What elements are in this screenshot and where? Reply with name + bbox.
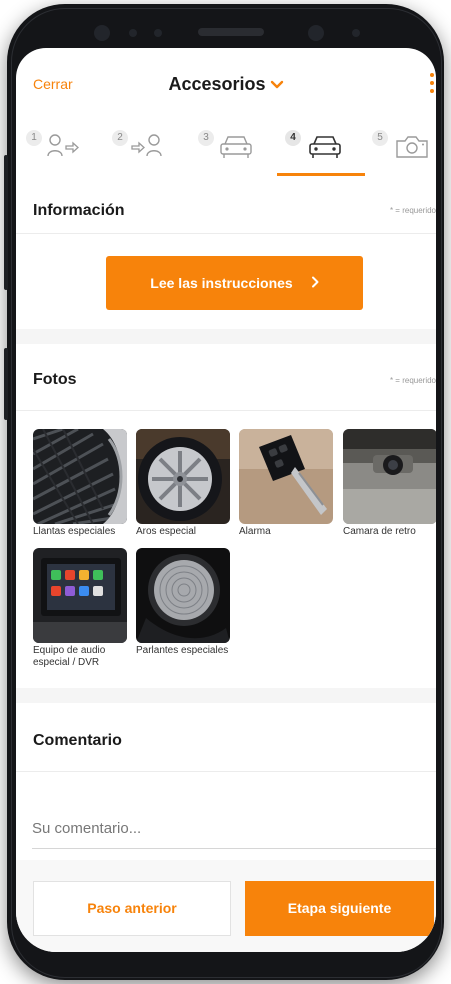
section-gap bbox=[16, 688, 436, 703]
photo-tile-alarma[interactable]: Alarma bbox=[239, 429, 333, 538]
step-1[interactable]: 1 bbox=[22, 118, 110, 180]
step-5[interactable]: 5 bbox=[366, 118, 436, 180]
stepper: 1 2 3 4 5 bbox=[16, 118, 436, 180]
rear-camera-photo bbox=[343, 429, 436, 524]
page-title[interactable]: Accesorios bbox=[16, 74, 436, 95]
car-stereo-photo bbox=[33, 548, 127, 643]
instructions-button[interactable]: Lee las instrucciones bbox=[106, 256, 363, 310]
car-icon bbox=[220, 136, 252, 158]
photo-caption: Camara de retro bbox=[343, 526, 416, 537]
photo-caption: Equipo de audio especial / DVR bbox=[33, 645, 106, 668]
chevron-right-icon bbox=[311, 275, 319, 291]
step-number: 3 bbox=[198, 130, 214, 146]
earpiece-speaker bbox=[198, 28, 264, 36]
step-number: 5 bbox=[372, 130, 388, 146]
photo-caption: Llantas especiales bbox=[33, 526, 116, 537]
active-step-indicator bbox=[277, 173, 365, 176]
step-3[interactable]: 3 bbox=[194, 118, 282, 180]
front-camera bbox=[94, 25, 110, 41]
rim-photo bbox=[136, 429, 230, 524]
tire-photo bbox=[33, 429, 127, 524]
section-gap bbox=[16, 329, 436, 344]
car-key-alarm-photo bbox=[239, 429, 333, 524]
speaker-photo bbox=[136, 548, 230, 643]
required-note: * = requerido bbox=[389, 376, 436, 385]
arrow-person-icon bbox=[131, 134, 162, 157]
required-note: * = requerido bbox=[389, 206, 436, 215]
photo-caption: Alarma bbox=[239, 526, 271, 537]
sensor-dot bbox=[154, 29, 162, 37]
top-bar: Cerrar Accesorios bbox=[16, 48, 436, 128]
divider bbox=[16, 771, 436, 772]
divider bbox=[16, 233, 436, 234]
volume-button bbox=[4, 155, 8, 290]
step-number: 2 bbox=[112, 130, 128, 146]
iris-sensor bbox=[308, 25, 324, 41]
proximity-sensor bbox=[129, 29, 137, 37]
power-button bbox=[4, 348, 8, 420]
section-title-fotos: Fotos bbox=[33, 371, 77, 388]
photo-caption: Parlantes especiales bbox=[136, 645, 229, 656]
chevron-down-icon bbox=[270, 77, 284, 94]
section-title-comentario: Comentario bbox=[33, 732, 122, 749]
step-number: 1 bbox=[26, 130, 42, 146]
photo-tile-camara[interactable]: Camara de retro bbox=[343, 429, 436, 538]
page-title-label: Accesorios bbox=[168, 74, 266, 94]
photo-tile-audio[interactable]: Equipo de audio especial / DVR bbox=[33, 548, 127, 669]
instructions-button-label: Lee las instrucciones bbox=[150, 275, 293, 291]
section-title-informacion: Información bbox=[33, 202, 125, 219]
photo-caption: Aros especial bbox=[136, 526, 197, 537]
photo-tile-llantas[interactable]: Llantas especiales bbox=[33, 429, 127, 538]
step-2[interactable]: 2 bbox=[108, 118, 196, 180]
next-step-button[interactable]: Etapa siguiente bbox=[245, 881, 434, 936]
photo-tile-parlantes[interactable]: Parlantes especiales bbox=[136, 548, 230, 657]
step-number: 4 bbox=[285, 130, 301, 146]
camera-icon bbox=[396, 136, 428, 158]
iris-led bbox=[352, 29, 360, 37]
step-4[interactable]: 4 bbox=[277, 118, 365, 180]
previous-step-button[interactable]: Paso anterior bbox=[33, 881, 231, 936]
app-screen: Cerrar Accesorios 1 2 3 4 5 Información … bbox=[16, 48, 436, 952]
divider bbox=[16, 410, 436, 411]
bottom-action-bar: Paso anterior Etapa siguiente bbox=[16, 860, 436, 952]
kebab-menu-icon[interactable] bbox=[428, 73, 436, 97]
photo-tile-aros[interactable]: Aros especial bbox=[136, 429, 230, 538]
person-arrow-in-icon bbox=[47, 134, 79, 157]
comment-input[interactable]: Su comentario... bbox=[32, 820, 436, 849]
car-icon bbox=[309, 136, 341, 158]
